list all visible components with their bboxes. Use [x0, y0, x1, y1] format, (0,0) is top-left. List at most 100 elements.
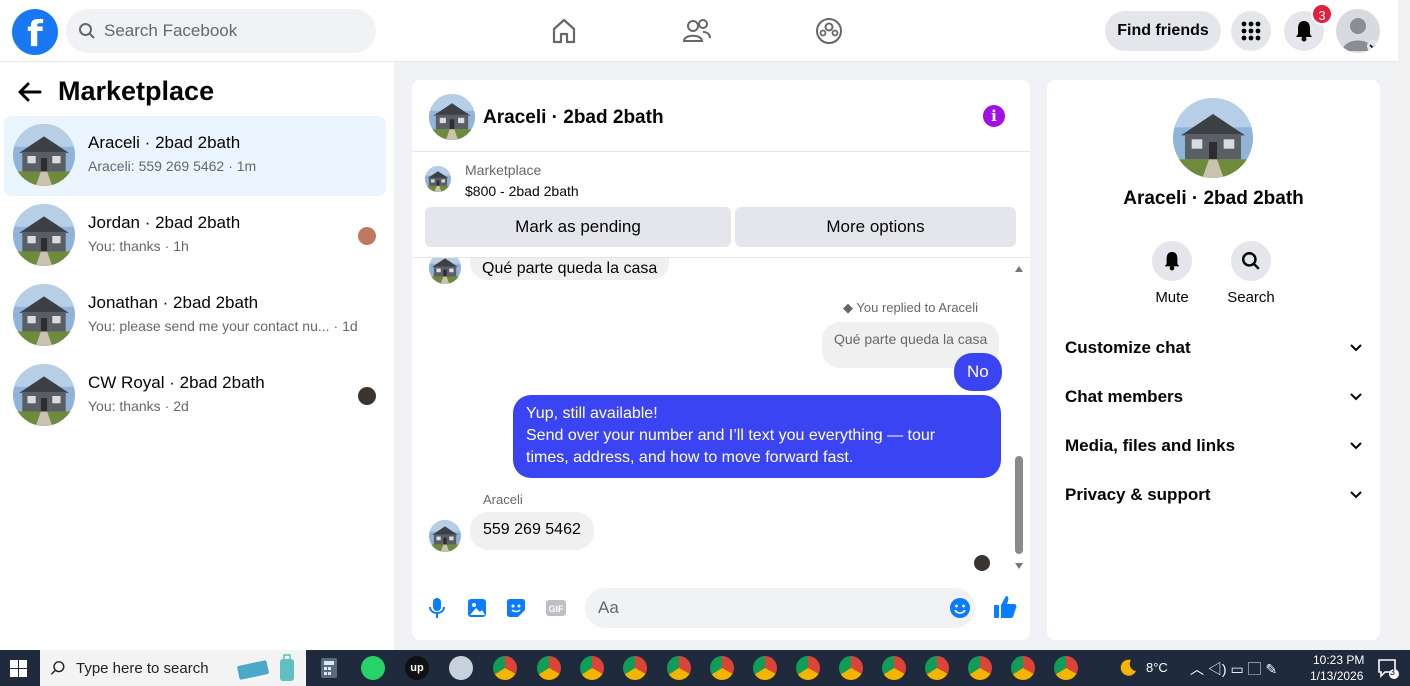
windows-taskbar: Type here to search up 8°C ︿ ◁) ▭ ▢ ✎ 10…: [0, 650, 1410, 686]
app-icon[interactable]: [449, 656, 473, 680]
chevron-down-icon: [1350, 491, 1362, 499]
chrome-icon[interactable]: [667, 656, 691, 680]
taskbar-search-placeholder: Type here to search: [76, 659, 209, 677]
search-facebook-box[interactable]: [66, 9, 376, 53]
taskbar-search[interactable]: Type here to search: [40, 650, 306, 686]
notification-badge: 3: [1311, 3, 1333, 25]
chat-title[interactable]: Araceli · 2bad 2bath: [483, 107, 664, 129]
details-name: Araceli · 2bad 2bath: [1123, 188, 1304, 209]
mute-label: Mute: [1155, 289, 1189, 306]
facebook-logo[interactable]: f: [12, 9, 58, 55]
conversation-item[interactable]: CW Royal · 2bad 2bath You: thanks · 2d: [4, 356, 386, 436]
mark-as-pending-button[interactable]: Mark as pending: [425, 207, 731, 247]
find-friends-button[interactable]: Find friends: [1105, 11, 1221, 51]
clock-time[interactable]: 10:23 PM: [1313, 653, 1364, 667]
chrome-icon[interactable]: [839, 656, 863, 680]
conversation-item[interactable]: Jordan · 2bad 2bath You: thanks · 1h: [4, 196, 386, 276]
page-scrollbar[interactable]: [1398, 0, 1410, 650]
sticker-icon[interactable]: [505, 597, 527, 619]
details-avatar[interactable]: [1173, 98, 1253, 178]
read-receipt-avatar: [358, 227, 376, 245]
message-bubble[interactable]: Qué parte queda la casa: [470, 258, 670, 280]
action-center-count: 3: [1390, 667, 1396, 677]
conversation-item[interactable]: Araceli · 2bad 2bath Araceli: 559 269 54…: [4, 116, 386, 196]
read-receipt-avatar: [358, 387, 376, 405]
chrome-icon[interactable]: [1011, 656, 1035, 680]
moon-weather-icon[interactable]: [1118, 658, 1138, 678]
conversation-item[interactable]: Jonathan · 2bad 2bath You: please send m…: [4, 276, 386, 356]
mute-button[interactable]: Mute: [1142, 241, 1202, 306]
chrome-icon[interactable]: [1054, 656, 1078, 680]
search-icon: [79, 23, 95, 39]
message-scrollbar[interactable]: [1013, 260, 1025, 580]
chat-members-row[interactable]: Chat members: [1065, 379, 1362, 415]
received-message[interactable]: 559 269 5462: [470, 512, 594, 550]
reply-note: ◆ You replied to Araceli: [843, 300, 979, 315]
chat-avatar[interactable]: [429, 94, 475, 140]
friends-icon[interactable]: [682, 16, 712, 46]
gif-icon[interactable]: GIF: [545, 597, 567, 619]
chrome-icon[interactable]: [580, 656, 604, 680]
account-avatar[interactable]: [1336, 9, 1380, 53]
chrome-icon[interactable]: [796, 656, 820, 680]
marketplace-header: Marketplace: [16, 76, 214, 107]
customize-chat-row[interactable]: Customize chat: [1065, 330, 1362, 366]
menu-button[interactable]: [1231, 11, 1271, 51]
conversation-preview: You: please send me your contact nu... · …: [88, 318, 358, 334]
chat-details-panel: Araceli · 2bad 2bath Mute Search Customi…: [1047, 80, 1380, 640]
more-options-button[interactable]: More options: [735, 207, 1016, 247]
upwork-icon[interactable]: up: [405, 656, 429, 680]
search-icon: [1242, 251, 1260, 270]
sent-message[interactable]: Yup, still available! Send over your num…: [513, 395, 1001, 478]
chat-header: Araceli · 2bad 2bath i: [412, 80, 1030, 152]
chrome-icon[interactable]: [882, 656, 906, 680]
microphone-icon[interactable]: [426, 597, 448, 619]
calculator-icon[interactable]: [318, 657, 340, 679]
chrome-icon[interactable]: [753, 656, 777, 680]
chat-panel: Araceli · 2bad 2bath i Marketplace $800 …: [412, 80, 1030, 640]
conversation-preview: You: thanks · 2d: [88, 398, 189, 414]
groups-icon[interactable]: [814, 16, 844, 46]
chrome-icon[interactable]: [925, 656, 949, 680]
photo-icon[interactable]: [466, 597, 488, 619]
search-input[interactable]: [104, 21, 344, 41]
windows-start-icon[interactable]: [10, 660, 27, 677]
conversation-name: Jonathan · 2bad 2bath: [88, 293, 259, 312]
travel-illustration-icon: [237, 654, 294, 681]
emoji-icon[interactable]: [949, 597, 971, 619]
info-icon[interactable]: i: [983, 105, 1005, 127]
page-title: Marketplace: [58, 76, 215, 106]
sent-message[interactable]: No: [954, 353, 1002, 391]
chrome-icon[interactable]: [623, 656, 647, 680]
conversation-preview: You: thanks · 1h: [88, 238, 189, 254]
marketplace-inbox-panel: Marketplace Araceli · 2bad 2bath Araceli…: [0, 62, 394, 650]
listing-avatar: [13, 284, 75, 346]
seen-avatar: [974, 555, 990, 571]
sender-avatar: [429, 258, 461, 284]
action-center-icon[interactable]: [1377, 658, 1399, 680]
search-conversation-button[interactable]: Search: [1221, 241, 1281, 306]
weather-temperature[interactable]: 8°C: [1146, 660, 1168, 675]
chrome-icon[interactable]: [968, 656, 992, 680]
home-icon[interactable]: [549, 16, 579, 46]
chevron-down-icon: [1350, 442, 1362, 450]
like-thumb-icon[interactable]: [993, 594, 1017, 620]
message-input[interactable]: [585, 588, 975, 628]
back-arrow-icon[interactable]: [16, 81, 42, 103]
system-tray-icons[interactable]: ︿ ◁) ▭ ▢ ✎: [1190, 659, 1277, 679]
listing-thumbnail[interactable]: [425, 166, 451, 192]
listing-avatar: [13, 364, 75, 426]
whatsapp-icon[interactable]: [361, 656, 385, 680]
listing-title[interactable]: $800 - 2bad 2bath: [465, 183, 579, 199]
chrome-icon[interactable]: [710, 656, 734, 680]
bell-icon: [1296, 21, 1312, 42]
chrome-icon[interactable]: [493, 656, 517, 680]
listing-avatar: [13, 204, 75, 266]
default-profile-icon: [1342, 18, 1379, 52]
clock-date[interactable]: 1/13/2026: [1310, 669, 1363, 683]
listing-avatar: [13, 124, 75, 186]
media-files-links-row[interactable]: Media, files and links: [1065, 428, 1362, 464]
marketplace-listing-card: Marketplace $800 - 2bad 2bath Mark as pe…: [412, 152, 1030, 258]
privacy-support-row[interactable]: Privacy & support: [1065, 477, 1362, 513]
chrome-icon[interactable]: [537, 656, 561, 680]
